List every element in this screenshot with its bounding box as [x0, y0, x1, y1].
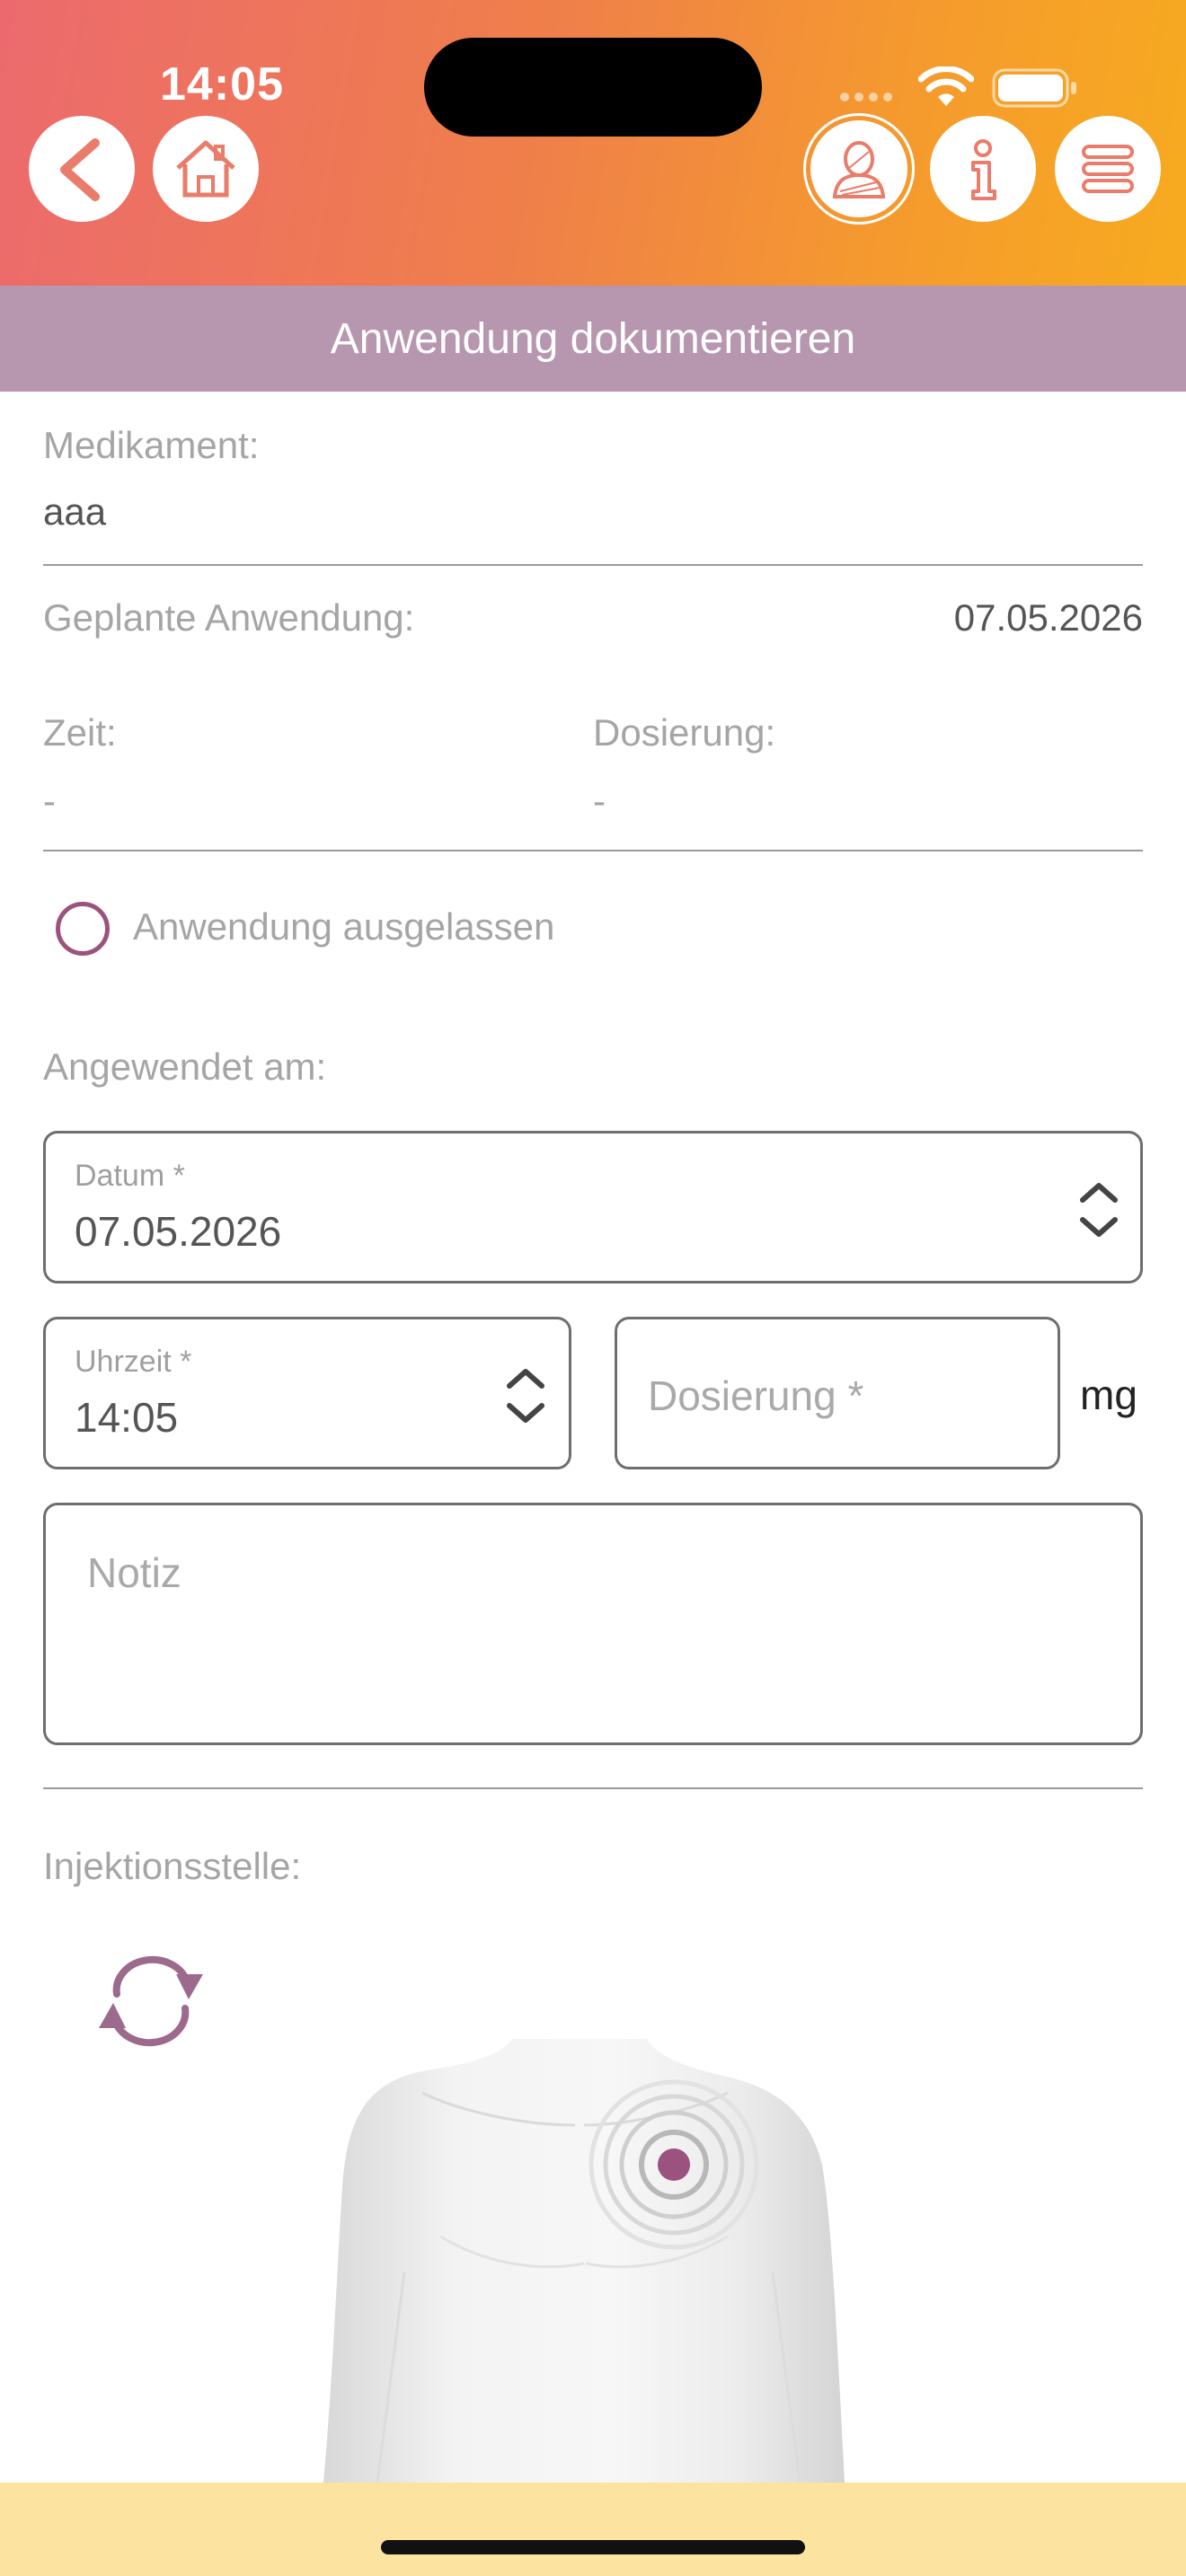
user-icon — [832, 141, 886, 198]
dose-info-value: - — [593, 780, 606, 822]
profile-button[interactable] — [803, 113, 915, 225]
signal-icon — [839, 90, 897, 109]
time-field-label: Uhrzeit * — [75, 1345, 192, 1379]
menu-icon — [1082, 145, 1134, 193]
wifi-icon — [917, 66, 975, 112]
time-field-value: 14:05 — [75, 1394, 179, 1441]
divider — [43, 850, 1143, 851]
info-icon — [971, 139, 996, 200]
skipped-label[interactable]: Anwendung ausgelassen — [133, 905, 554, 948]
planned-value: 07.05.2026 — [953, 596, 1143, 639]
time-field[interactable]: Uhrzeit * 14:05 — [43, 1317, 571, 1469]
home-icon — [176, 140, 235, 198]
injection-target[interactable] — [584, 2075, 764, 2259]
date-field-value: 07.05.2026 — [75, 1208, 282, 1255]
back-button[interactable] — [29, 116, 135, 222]
stepper-chevrons-icon — [1080, 1183, 1118, 1237]
rotate-button[interactable] — [90, 1951, 212, 2056]
stepper-chevrons-icon — [507, 1369, 544, 1423]
rotate-icon — [99, 1955, 203, 2047]
divider — [43, 1787, 1143, 1789]
status-time: 14:05 — [160, 58, 284, 110]
divider — [43, 564, 1143, 566]
skipped-radio[interactable] — [56, 902, 110, 956]
time-info-label: Zeit: — [43, 711, 117, 754]
dose-info-label: Dosierung: — [593, 711, 776, 754]
target-icon — [589, 2079, 759, 2250]
home-button[interactable] — [153, 116, 259, 222]
page-title: Anwendung dokumentieren — [0, 286, 1186, 392]
back-arrow-icon — [60, 138, 100, 201]
note-input[interactable]: Notiz — [43, 1503, 1143, 1745]
dose-unit: mg — [1080, 1372, 1137, 1418]
bottom-bar — [0, 2483, 1186, 2576]
dose-input[interactable]: Dosierung * — [615, 1317, 1060, 1469]
home-indicator[interactable] — [381, 2540, 805, 2554]
time-info-value: - — [43, 780, 56, 822]
applied-on-label: Angewendet am: — [43, 1045, 327, 1088]
battery-icon — [992, 68, 1078, 112]
medication-label: Medikament: — [43, 424, 260, 466]
dose-input-placeholder: Dosierung * — [648, 1372, 864, 1419]
injection-label: Injektionsstelle: — [43, 1845, 302, 1887]
info-button[interactable] — [930, 116, 1036, 222]
menu-button[interactable] — [1055, 116, 1161, 222]
dynamic-island — [424, 38, 762, 137]
note-input-placeholder: Notiz — [87, 1549, 181, 1596]
date-field[interactable]: Datum * 07.05.2026 — [43, 1131, 1143, 1284]
planned-label: Geplante Anwendung: — [43, 596, 415, 639]
medication-value: aaa — [43, 490, 107, 533]
date-field-label: Datum * — [75, 1159, 185, 1193]
